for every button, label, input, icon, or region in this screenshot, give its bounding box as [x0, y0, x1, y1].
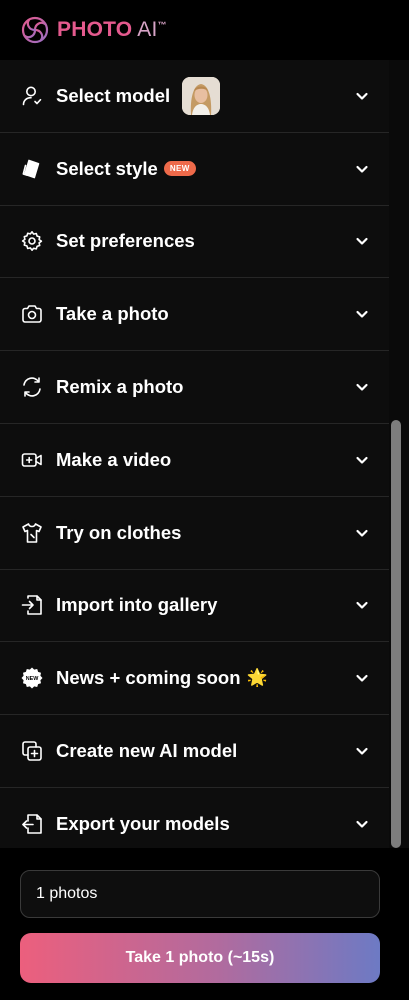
menu-item-remix-photo[interactable]: Remix a photo: [0, 351, 389, 424]
menu-item-label: Create new AI model: [56, 740, 238, 762]
new-badge: NEW: [163, 161, 196, 177]
new-badge-icon: NEW: [20, 666, 44, 690]
star-emoji: 🌟: [246, 668, 268, 688]
menu-item-label: Import into gallery: [56, 594, 218, 616]
cards-icon: [20, 157, 44, 181]
menu-item-select-style[interactable]: Select style NEW: [0, 133, 389, 206]
workflow-menu: Select model Select style NEW Set prefer…: [0, 60, 389, 848]
menu-item-label: News + coming soon: [56, 667, 241, 689]
camera-icon: [20, 302, 44, 326]
brand-tm-text: ™: [157, 20, 167, 30]
brand-photo-text: PHOTO: [57, 18, 133, 41]
take-photo-button[interactable]: Take 1 photo (~15s): [20, 933, 380, 983]
menu-item-label: Export your models: [56, 812, 230, 834]
menu-item-take-photo[interactable]: Take a photo: [0, 278, 389, 352]
swirl-logo-icon[interactable]: [20, 15, 50, 45]
brand-ai-text: AI: [137, 18, 158, 41]
menu-item-label: Make a video: [56, 448, 172, 470]
bottom-panel: Take 1 photo (~15s): [0, 848, 409, 1000]
chevron-down-icon: [355, 671, 369, 685]
shirt-icon: [20, 521, 44, 545]
chevron-down-icon: [355, 89, 369, 103]
menu-item-create-model[interactable]: Create new AI model: [0, 715, 389, 788]
gear-icon: [20, 229, 44, 253]
chevron-down-icon: [355, 817, 369, 831]
svg-text:NEW: NEW: [26, 676, 39, 682]
chevron-down-icon: [355, 234, 369, 248]
chevron-down-icon: [355, 162, 369, 176]
chevron-down-icon: [355, 307, 369, 321]
menu-scrollbar[interactable]: [389, 60, 409, 848]
scrollbar-thumb[interactable]: [391, 420, 401, 848]
import-icon: [20, 593, 44, 617]
menu-item-export-models[interactable]: Export your models: [0, 788, 389, 848]
brand-logo[interactable]: PHOTO AI™: [57, 18, 167, 42]
menu-item-label: Remix a photo: [56, 376, 184, 398]
menu-item-set-preferences[interactable]: Set preferences: [0, 206, 389, 279]
menu-item-label: Set preferences: [56, 230, 195, 252]
photo-count-input[interactable]: [20, 870, 380, 918]
app-header: PHOTO AI™: [0, 0, 409, 60]
model-avatar[interactable]: [182, 76, 221, 115]
menu-item-label: Try on clothes: [56, 521, 182, 543]
menu-item-try-on-clothes[interactable]: Try on clothes: [0, 497, 389, 570]
menu-item-label: Take a photo: [56, 303, 169, 325]
copy-plus-icon: [20, 739, 44, 763]
chevron-down-icon: [355, 598, 369, 612]
export-icon: [20, 812, 44, 836]
menu-item-select-model[interactable]: Select model: [0, 60, 389, 133]
chevron-down-icon: [355, 380, 369, 394]
chevron-down-icon: [355, 526, 369, 540]
chevron-down-icon: [355, 453, 369, 467]
menu-item-label: Select style: [56, 157, 158, 179]
chevron-down-icon: [355, 744, 369, 758]
menu-item-import-gallery[interactable]: Import into gallery: [0, 570, 389, 643]
user-icon: [20, 84, 44, 108]
menu-item-news[interactable]: NEW News + coming soon 🌟: [0, 642, 389, 716]
refresh-icon: [20, 375, 44, 399]
menu-item-label: Select model: [56, 84, 171, 106]
menu-item-make-video[interactable]: Make a video: [0, 424, 389, 497]
video-plus-icon: [20, 448, 44, 472]
